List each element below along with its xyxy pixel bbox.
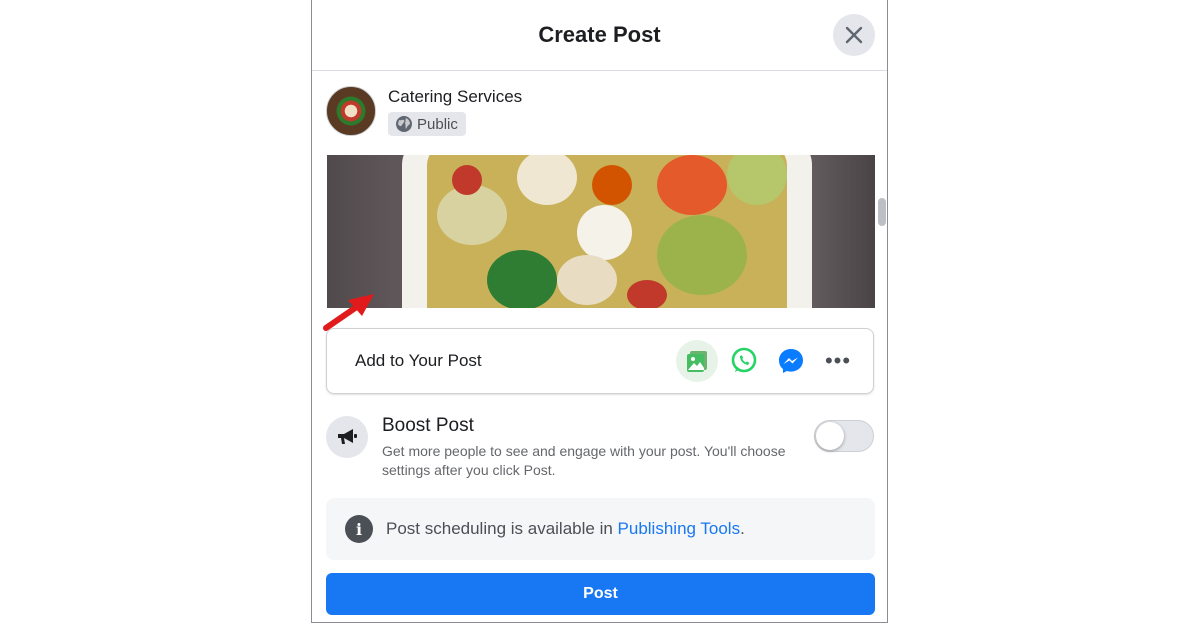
messenger-icon [779, 349, 803, 373]
boost-post-description: Get more people to see and engage with y… [382, 443, 786, 478]
annotation-arrow-icon [323, 294, 374, 331]
publishing-tools-link[interactable]: Publishing Tools [618, 519, 741, 538]
scheduling-notice: i Post scheduling is available in Publis… [326, 498, 875, 560]
more-options-icon: ••• [824, 348, 852, 373]
author-name: Catering Services [388, 87, 523, 106]
dialog-title: Create Post [538, 22, 661, 47]
toggle-knob [816, 422, 844, 450]
more-options-button[interactable]: ••• [817, 340, 859, 382]
boost-icon-wrapper [326, 416, 368, 458]
megaphone-icon [338, 429, 357, 444]
boost-post-toggle[interactable] [814, 420, 874, 452]
post-photo-preview[interactable] [327, 155, 875, 308]
close-icon [845, 26, 863, 44]
post-author: Catering Services Public [326, 86, 522, 138]
whatsapp-button[interactable] [723, 340, 765, 382]
add-to-post-bar: Add to Your Post ••• [326, 328, 874, 394]
dialog-header: Create Post [312, 0, 887, 71]
globe-icon [396, 116, 412, 132]
boost-post-title: Boost Post [382, 415, 474, 436]
create-post-dialog: Create Post Catering Services Public Add… [311, 0, 888, 623]
post-button[interactable]: Post [326, 573, 875, 615]
whatsapp-icon [731, 347, 757, 373]
messenger-button[interactable] [770, 340, 812, 382]
photo-video-icon [687, 351, 707, 372]
avatar [326, 86, 376, 136]
info-icon: i [345, 515, 373, 543]
scrollbar-thumb[interactable] [878, 198, 886, 226]
privacy-label: Public [417, 115, 458, 133]
close-button[interactable] [833, 14, 875, 56]
privacy-selector-button[interactable]: Public [388, 112, 466, 136]
notice-text: Post scheduling is available in Publishi… [386, 519, 745, 538]
boost-post-section: Boost Post Get more people to see and en… [326, 414, 874, 484]
add-to-post-label: Add to Your Post [355, 351, 482, 370]
add-photo-video-button[interactable] [676, 340, 718, 382]
